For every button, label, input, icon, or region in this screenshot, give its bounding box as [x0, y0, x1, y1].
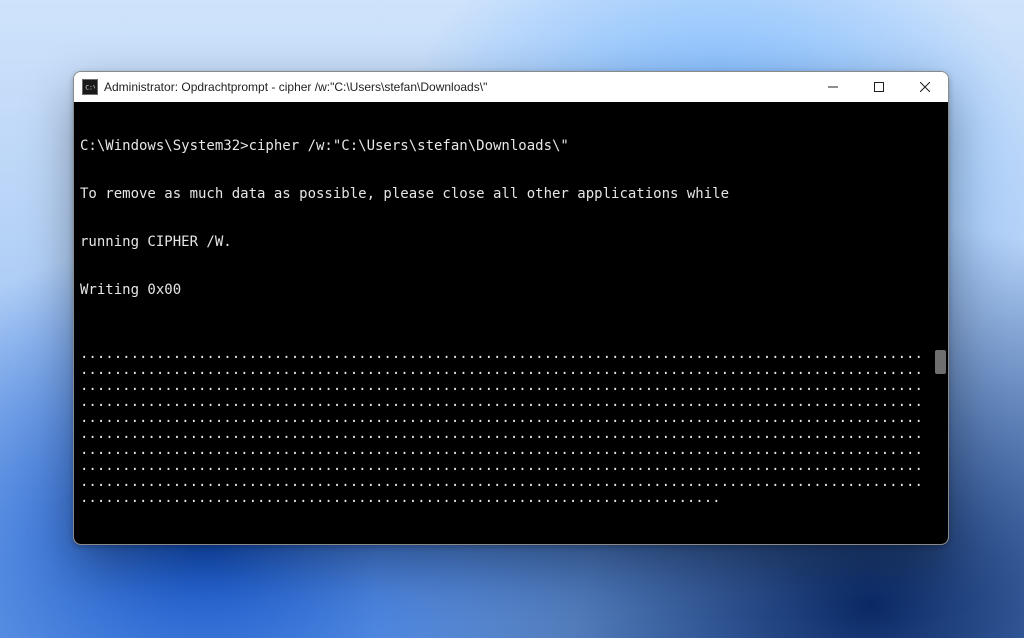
terminal-line: To remove as much data as possible, plea… — [80, 186, 926, 202]
window-client-area: C:\Windows\System32>cipher /w:"C:\Users\… — [74, 102, 948, 544]
terminal-progress-dots: ........................................… — [80, 442, 926, 458]
terminal-progress-dots: ........................................… — [80, 474, 926, 490]
cmd-app-icon: C:\ — [82, 79, 98, 95]
terminal-line: running CIPHER /W. — [80, 234, 926, 250]
maximize-button[interactable] — [856, 72, 902, 102]
terminal-progress-dots: ........................................… — [80, 378, 926, 394]
window-title: Administrator: Opdrachtprompt - cipher /… — [104, 80, 487, 94]
command-prompt-window: C:\ Administrator: Opdrachtprompt - ciph… — [73, 71, 949, 545]
terminal-progress-dots: ........................................… — [80, 394, 926, 410]
terminal-scrollbar[interactable] — [932, 102, 948, 544]
terminal-progress-dots: ........................................… — [80, 410, 926, 426]
terminal-output[interactable]: C:\Windows\System32>cipher /w:"C:\Users\… — [74, 102, 932, 544]
window-controls — [810, 72, 948, 102]
terminal-progress-dots: ........................................… — [80, 362, 926, 378]
terminal-progress-dots: ........................................… — [80, 458, 926, 474]
svg-text:C:\: C:\ — [85, 83, 95, 91]
terminal-progress-dots: ........................................… — [80, 346, 926, 362]
terminal-progress-dots: ........................................… — [80, 426, 926, 442]
terminal-line: Writing 0x00 — [80, 282, 926, 298]
minimize-button[interactable] — [810, 72, 856, 102]
terminal-progress-dots: ........................................… — [80, 490, 926, 506]
scrollbar-thumb[interactable] — [935, 350, 946, 374]
terminal-line: C:\Windows\System32>cipher /w:"C:\Users\… — [80, 138, 926, 154]
close-button[interactable] — [902, 72, 948, 102]
window-titlebar[interactable]: C:\ Administrator: Opdrachtprompt - ciph… — [74, 72, 948, 102]
